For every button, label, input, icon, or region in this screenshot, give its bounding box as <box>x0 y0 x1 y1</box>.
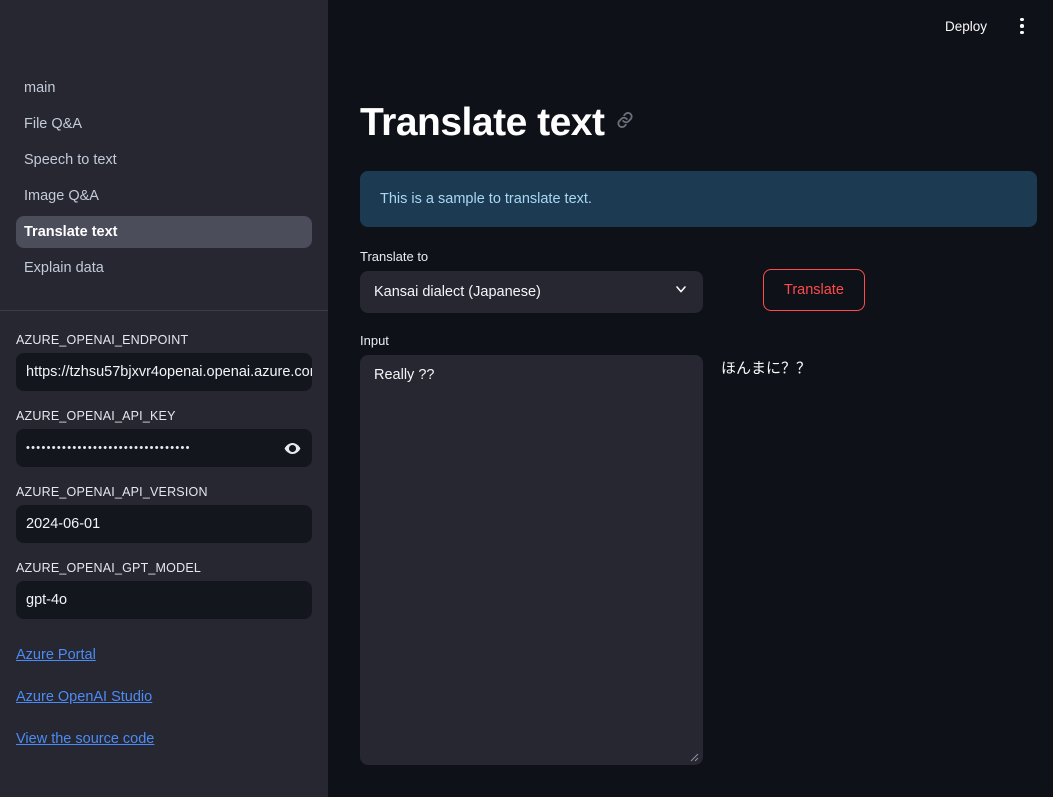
chevron-down-icon[interactable] <box>673 281 689 302</box>
language-select[interactable]: Kansai dialect (Japanese) <box>360 270 703 313</box>
input-label: Input <box>360 332 389 348</box>
gpt-model-value: gpt-4o <box>26 592 68 608</box>
language-select-value: Kansai dialect (Japanese) <box>374 283 541 300</box>
link-view-source-code[interactable]: View the source code <box>16 731 154 747</box>
output-group: ほんまに？？ <box>721 333 811 765</box>
input-group: Input Really ?? <box>360 333 703 765</box>
io-row: Input Really ?? ほんまに？？ <box>360 333 1037 765</box>
eye-icon[interactable] <box>281 437 303 459</box>
sidebar-item-label: Speech to text <box>24 152 117 168</box>
endpoint-field[interactable]: https://tzhsu57bjxvr4openai.openai.azure… <box>16 353 312 391</box>
api-key-label: AZURE_OPENAI_API_KEY <box>16 409 176 423</box>
link-azure-openai-studio[interactable]: Azure OpenAI Studio <box>16 689 152 705</box>
topbar: Deploy <box>344 0 1037 52</box>
sidebar-item-label: main <box>24 80 56 96</box>
api-key-value: •••••••••••••••••••••••••••••••• <box>26 442 191 454</box>
resize-handle-icon[interactable] <box>687 749 699 762</box>
main-content: Deploy Translate text This is a sample t… <box>328 0 1053 797</box>
page-title: Translate text <box>360 101 605 144</box>
sidebar-item-translate-text[interactable]: Translate text <box>16 216 312 248</box>
translate-button[interactable]: Translate <box>763 268 865 311</box>
language-select-group: Translate to Kansai dialect (Japanese) <box>360 249 703 313</box>
sidebar-item-image-qa[interactable]: Image Q&A <box>16 180 312 212</box>
info-banner-text: This is a sample to translate text. <box>380 190 592 207</box>
info-banner: This is a sample to translate text. <box>360 170 1037 227</box>
app-root: main File Q&A Speech to text Image Q&A T… <box>0 0 1053 797</box>
api-version-label: AZURE_OPENAI_API_VERSION <box>16 485 208 499</box>
gpt-model-field[interactable]: gpt-4o <box>16 581 312 619</box>
sidebar-item-main[interactable]: main <box>16 72 312 104</box>
endpoint-value: https://tzhsu57bjxvr4openai.openai.azure… <box>26 364 312 380</box>
endpoint-label: AZURE_OPENAI_ENDPOINT <box>16 333 189 347</box>
link-azure-portal[interactable]: Azure Portal <box>16 647 96 663</box>
sidebar-item-label: Image Q&A <box>24 188 99 204</box>
gpt-model-label: AZURE_OPENAI_GPT_MODEL <box>16 561 202 575</box>
translation-output: ほんまに？？ <box>721 359 812 377</box>
sidebar-item-file-qa[interactable]: File Q&A <box>16 108 312 140</box>
sidebar-item-explain-data[interactable]: Explain data <box>16 252 312 284</box>
input-textarea-value: Really ?? <box>374 366 435 383</box>
sidebar-nav: main File Q&A Speech to text Image Q&A T… <box>0 0 328 288</box>
input-textarea[interactable]: Really ?? <box>360 354 703 765</box>
sidebar: main File Q&A Speech to text Image Q&A T… <box>0 0 328 797</box>
kebab-menu-icon[interactable] <box>1011 12 1033 40</box>
sidebar-item-label: Translate text <box>24 224 118 240</box>
api-key-field[interactable]: •••••••••••••••••••••••••••••••• <box>16 429 312 467</box>
deploy-button[interactable]: Deploy <box>937 15 995 38</box>
sidebar-item-label: Explain data <box>24 260 104 276</box>
link-anchor-icon[interactable] <box>614 109 636 136</box>
title-row: Translate text <box>344 52 1037 145</box>
sidebar-config: AZURE_OPENAI_ENDPOINT https://tzhsu57bjx… <box>0 311 328 637</box>
sidebar-item-speech-to-text[interactable]: Speech to text <box>16 144 312 176</box>
sidebar-links: Azure Portal Azure OpenAI Studio View th… <box>0 637 328 773</box>
translate-to-label: Translate to <box>360 248 429 264</box>
sidebar-item-label: File Q&A <box>24 116 83 132</box>
api-version-value: 2024-06-01 <box>26 516 101 532</box>
controls-row: Translate to Kansai dialect (Japanese) T… <box>360 249 1037 313</box>
api-version-field[interactable]: 2024-06-01 <box>16 505 312 543</box>
